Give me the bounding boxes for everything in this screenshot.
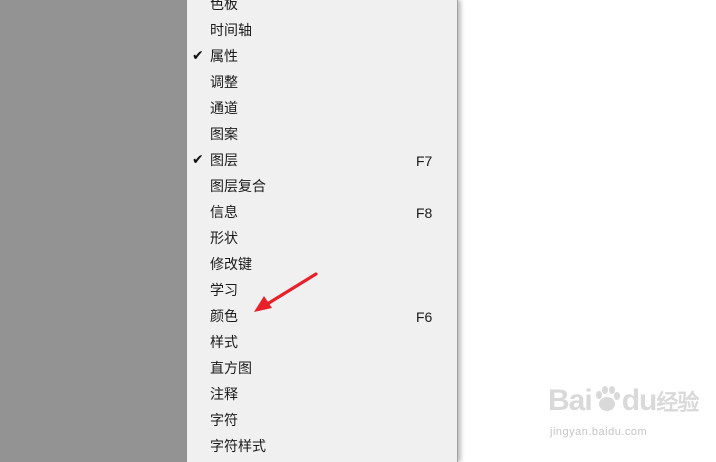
menu-item-label: 时间轴 — [210, 23, 252, 39]
baidu-jingyan-watermark: Bai du经验 jingyan.baidu.com — [548, 384, 708, 454]
menu-item-label: 注释 — [210, 387, 238, 403]
menu-item[interactable]: 字符样式 — [187, 434, 457, 460]
menu-item[interactable]: 样式 — [187, 330, 457, 356]
menu-item-label: 调整 — [210, 75, 238, 91]
menu-item-label: 修改键 — [210, 257, 252, 273]
paw-icon — [595, 386, 620, 411]
menu-item[interactable]: 字符 — [187, 408, 457, 434]
menu-item-label: 字符 — [210, 413, 238, 429]
menu-item[interactable]: 注释 — [187, 382, 457, 408]
menu-item-label: 学习 — [210, 283, 238, 299]
menu-item-label: 颜色 — [210, 309, 238, 325]
baidu-logo-text-a: Bai — [548, 384, 593, 417]
menu-item[interactable]: ✔ 图层 F7 — [187, 148, 457, 174]
menu-item[interactable]: 颜色 F6 — [187, 304, 457, 330]
menu-item[interactable]: 形状 — [187, 226, 457, 252]
menu-item-label: 图案 — [210, 127, 238, 143]
jingyan-logo-text: 经验 — [656, 391, 699, 416]
menu-item[interactable]: 图层复合 — [187, 174, 457, 200]
watermark-url: jingyan.baidu.com — [550, 426, 648, 438]
checkmark-icon: ✔ — [192, 152, 204, 168]
menu-item-label: 图层 — [210, 153, 238, 169]
menu-item[interactable]: 学习 — [187, 278, 457, 304]
baidu-logo-text-b: du — [621, 384, 658, 417]
menu-item[interactable]: ✔ 属性 — [187, 44, 457, 70]
menu-item-label: 样式 — [210, 335, 238, 351]
menu-item[interactable]: 时间轴 — [187, 18, 457, 44]
menu-item-shortcut: F7 — [416, 153, 433, 169]
menu-item[interactable]: 色板 — [187, 0, 457, 18]
menu-item-shortcut: F8 — [416, 205, 433, 221]
menu-item[interactable]: 直方图 — [187, 356, 457, 382]
left-canvas-area — [0, 0, 187, 462]
menu-item-label: 色板 — [210, 0, 238, 13]
menu-item-label: 形状 — [210, 231, 238, 247]
menu-item[interactable]: 图案 — [187, 122, 457, 148]
menu-item-label: 属性 — [210, 49, 238, 65]
menu-item[interactable]: 修改键 — [187, 252, 457, 278]
menu-item-shortcut: F6 — [416, 309, 433, 325]
menu-item[interactable]: 信息 F8 — [187, 200, 457, 226]
menu-item-label: 直方图 — [210, 361, 252, 377]
menu-item-label: 字符样式 — [210, 439, 266, 455]
baidu-logo: Bai du经验 — [548, 384, 699, 418]
menu-item[interactable]: 通道 — [187, 96, 457, 122]
menu-item-label: 通道 — [210, 101, 238, 117]
window-menu: 色板时间轴 ✔ 属性调整通道图案 ✔ 图层 F7 图层复合信息 F8 形状修改键学习颜色 F6 样式… — [187, 0, 458, 462]
checkmark-icon: ✔ — [192, 48, 204, 64]
menu-item-label: 信息 — [210, 205, 238, 221]
menu-item-label: 图层复合 — [210, 179, 266, 195]
menu-item[interactable]: 调整 — [187, 70, 457, 96]
red-arrow-annotation — [254, 272, 318, 312]
